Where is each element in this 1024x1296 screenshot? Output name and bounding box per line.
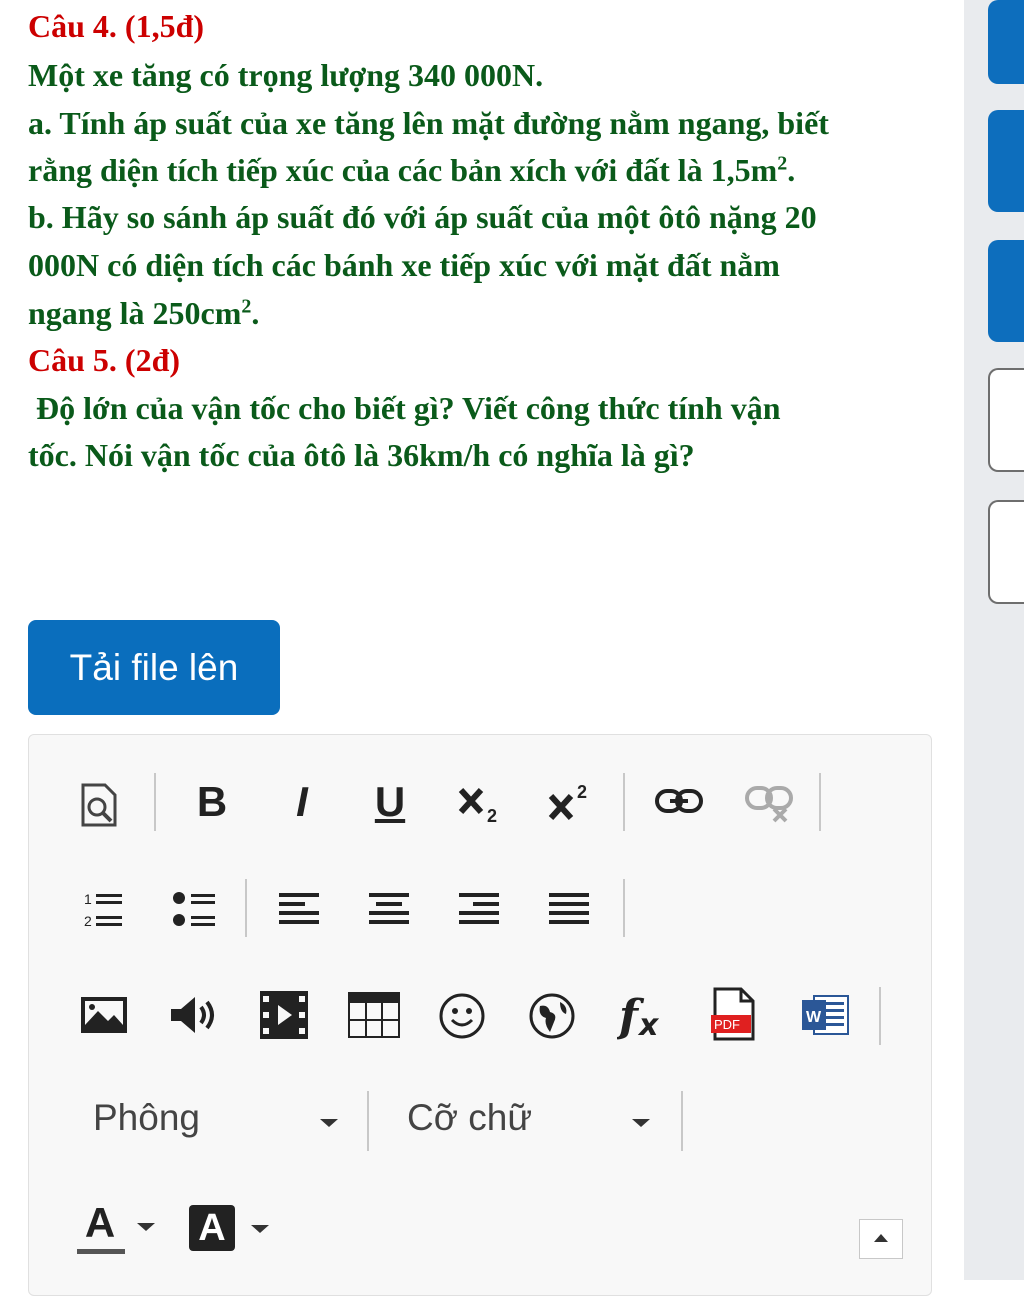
chevron-down-icon [251,1225,269,1233]
text-color-swatch [77,1249,125,1254]
word-label: W [806,1009,822,1026]
preview-icon[interactable] [77,783,121,827]
chevron-up-icon [874,1234,888,1242]
sidebar-button-1[interactable] [988,0,1024,84]
superscript-icon[interactable]: 2 [541,777,601,827]
toolbar-separator [367,1091,369,1151]
toolbar-separator [245,879,247,937]
chevron-down-icon [137,1223,155,1231]
collapse-toolbar-button[interactable] [859,1219,903,1259]
font-size-dropdown[interactable]: Cỡ chữ [389,1089,659,1149]
toolbar-separator [681,1091,683,1151]
align-center-icon[interactable] [367,889,411,929]
chevron-down-icon [632,1119,650,1127]
special-character-icon[interactable] [527,991,577,1041]
font-size-label: Cỡ chữ [407,1097,533,1138]
text-color-icon: A [84,1199,116,1246]
sidebar-button-3[interactable] [988,240,1024,342]
emoji-icon[interactable] [437,991,487,1041]
question-4b-line2: 000N có diện tích các bánh xe tiếp xúc v… [28,247,780,283]
font-family-label: Phông [93,1097,200,1138]
toolbar-separator [623,773,625,831]
sidebar-button-4[interactable] [988,368,1024,472]
svg-text:x: x [637,1008,660,1043]
italic-button[interactable]: I [277,777,327,827]
question-5-heading: Câu 5. (2đ) [28,342,181,378]
svg-text:2: 2 [84,913,92,929]
question-4-line: Một xe tăng có trọng lượng 340 000N. [28,57,544,93]
word-icon[interactable]: W [799,991,853,1039]
toolbar-separator [623,879,625,937]
formula-icon[interactable]: fx [617,987,671,1043]
text-color-button[interactable]: A [75,1201,161,1257]
upload-file-button[interactable]: Tải file lên [28,620,280,715]
background-color-icon: A [189,1205,235,1251]
question-4-heading: Câu 4. (1,5đ) [28,8,205,44]
svg-text:2: 2 [487,806,497,824]
bold-button[interactable]: B [187,777,237,827]
audio-icon[interactable] [167,993,223,1037]
numbered-list-icon[interactable]: 12 [81,887,125,931]
svg-text:1: 1 [84,891,92,907]
underline-button[interactable]: U [365,777,415,827]
rich-text-editor: B I U 2 2 12 f x PDF W Phông Cỡ chữ A A [28,734,932,1296]
bullet-list-icon[interactable] [169,887,219,931]
align-left-icon[interactable] [277,889,321,929]
chevron-down-icon [320,1119,338,1127]
question-5-line1: Độ lớn của vận tốc cho biết gì? Viết côn… [28,390,781,426]
background-color-button[interactable]: A [189,1205,279,1253]
toolbar-separator [879,987,881,1045]
image-icon[interactable] [79,993,129,1037]
question-4a-line1: a. Tính áp suất của xe tăng lên mặt đườn… [28,105,829,141]
video-icon[interactable] [257,989,311,1041]
unlink-icon[interactable] [741,781,797,825]
pdf-label: PDF [714,1017,740,1032]
pdf-icon[interactable]: PDF [709,987,759,1043]
link-icon[interactable] [651,781,707,821]
question-4a-line2: rằng diện tích tiếp xúc của các bản xích… [28,152,796,188]
align-justify-icon[interactable] [547,889,591,929]
sidebar-button-5[interactable] [988,500,1024,604]
sidebar-button-2[interactable] [988,110,1024,212]
question-4b-line3: ngang là 250cm2. [28,295,260,331]
question-5-line2: tốc. Nói vận tốc của ôtô là 36km/h có ng… [28,437,695,473]
font-family-dropdown[interactable]: Phông [79,1089,349,1149]
svg-text:2: 2 [577,782,587,802]
table-icon[interactable] [347,991,401,1039]
toolbar-separator [819,773,821,831]
toolbar-separator [154,773,156,831]
subscript-icon[interactable]: 2 [451,777,511,827]
question-4b-line1: b. Hãy so sánh áp suất đó với áp suất củ… [28,199,817,235]
align-right-icon[interactable] [457,889,501,929]
